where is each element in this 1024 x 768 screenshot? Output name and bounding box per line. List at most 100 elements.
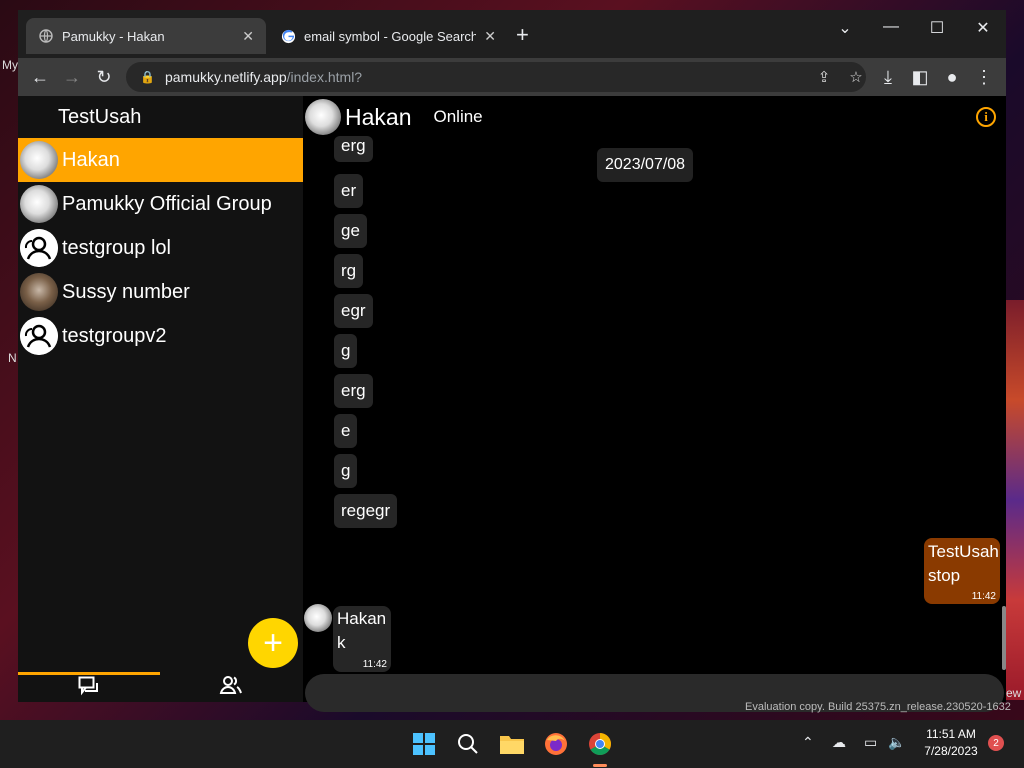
- onedrive-icon[interactable]: ☁: [832, 734, 846, 751]
- chat-item-label: testgroupv2: [62, 324, 167, 347]
- group-icon: [20, 229, 58, 267]
- chat-item-hakan[interactable]: Hakan: [18, 138, 303, 182]
- bookmark-star-icon[interactable]: ☆: [846, 68, 866, 86]
- globe-icon: [38, 28, 54, 44]
- chat-item-testgroup-lol[interactable]: testgroup lol: [18, 226, 303, 270]
- chat-item-label: Hakan: [62, 148, 120, 171]
- clock-time: 11:51 AM: [926, 727, 976, 741]
- tab-google-search[interactable]: email symbol - Google Search ✕: [268, 18, 508, 54]
- chat-item-sussy-number[interactable]: Sussy number: [18, 270, 303, 314]
- message-bubble[interactable]: erg: [334, 136, 373, 162]
- current-user-header: TestUsah: [18, 96, 303, 138]
- side-panel-icon[interactable]: ◧: [908, 66, 932, 88]
- message-sender: TestUsah: [928, 542, 999, 561]
- new-chat-fab[interactable]: +: [248, 618, 298, 668]
- message-time: 11:42: [362, 659, 387, 670]
- profile-icon[interactable]: ●: [940, 66, 964, 88]
- chat-item-label: testgroup lol: [62, 236, 171, 259]
- desktop-icon-label: My: [2, 58, 18, 72]
- chats-icon: [78, 676, 100, 701]
- tab-bar: Pamukky - Hakan ✕ email symbol - Google …: [18, 10, 1006, 60]
- chat-item-pamukky-official-group[interactable]: Pamukky Official Group: [18, 182, 303, 226]
- people-icon: [219, 675, 243, 700]
- tab-chats[interactable]: [18, 672, 160, 702]
- message-time: 11:42: [971, 591, 996, 602]
- download-icon[interactable]: ⤓: [876, 66, 900, 88]
- firefox-icon[interactable]: [540, 728, 572, 760]
- chrome-icon[interactable]: [584, 728, 616, 760]
- active-app-indicator: [593, 764, 607, 767]
- message-bubble[interactable]: e: [334, 414, 358, 448]
- group-icon: [20, 317, 58, 355]
- message-bubble[interactable]: er: [334, 174, 364, 208]
- address-bar[interactable]: 🔒 pamukky.netlify.app/index.html? ⇪ ☆: [126, 62, 866, 92]
- avatar: [20, 185, 58, 223]
- incoming-message[interactable]: Hakan k 11:42: [333, 606, 391, 672]
- url-path: /index.html?: [286, 69, 363, 85]
- info-icon[interactable]: i: [976, 107, 996, 127]
- kebab-menu-icon[interactable]: ⋮: [972, 66, 996, 88]
- tab-contacts[interactable]: [160, 672, 302, 702]
- tab-search-chevron-icon[interactable]: ⌄: [822, 18, 868, 38]
- browser-window: Pamukky - Hakan ✕ email symbol - Google …: [18, 10, 1006, 712]
- chat-panel: Hakan Online i erg 2023/07/08 er ge rg e…: [303, 96, 1006, 712]
- contact-name: Hakan: [345, 103, 412, 130]
- chat-item-label: Pamukky Official Group: [62, 192, 272, 215]
- close-tab-icon[interactable]: ✕: [484, 28, 496, 45]
- taskbar: ⌃ ☁ ▭ 🔈 11:51 AM 7/28/2023 2: [0, 720, 1024, 768]
- clock-date: 7/28/2023: [924, 744, 978, 758]
- volume-icon[interactable]: 🔈: [888, 734, 905, 751]
- avatar: [20, 141, 58, 179]
- new-tab-button[interactable]: +: [516, 24, 529, 46]
- message-bubble[interactable]: ge: [334, 214, 367, 248]
- avatar[interactable]: [305, 99, 341, 135]
- contact-status: Online: [433, 107, 483, 126]
- message-text: k: [337, 633, 346, 652]
- chat-header: Hakan Online i: [303, 96, 1006, 138]
- windows-start-icon[interactable]: [408, 728, 440, 760]
- outgoing-message[interactable]: TestUsah stop 11:42: [924, 538, 1000, 604]
- share-icon[interactable]: ⇪: [814, 68, 834, 86]
- tab-title: Pamukky - Hakan: [62, 28, 165, 44]
- sidebar-tabs: [18, 672, 303, 702]
- chat-scrollbar[interactable]: [1002, 606, 1006, 670]
- wallpaper-art: [1006, 300, 1024, 700]
- system-clock[interactable]: 11:51 AM 7/28/2023: [916, 726, 986, 760]
- message-bubble[interactable]: rg: [334, 254, 364, 288]
- message-bubble[interactable]: egr: [334, 294, 373, 328]
- message-bubble[interactable]: g: [334, 334, 358, 368]
- desktop-icon-label: ew: [1006, 686, 1022, 700]
- message-bubble[interactable]: erg: [334, 374, 373, 408]
- evaluation-watermark: Evaluation copy. Build 25375.zn_release.…: [745, 701, 1011, 713]
- minimize-button[interactable]: —: [868, 18, 914, 36]
- notification-badge[interactable]: 2: [988, 735, 1004, 751]
- desktop-icon-label: N: [8, 351, 17, 365]
- file-explorer-icon[interactable]: [496, 728, 528, 760]
- message-bubble[interactable]: regegr: [334, 494, 398, 528]
- tab-pamukky[interactable]: Pamukky - Hakan ✕: [26, 18, 266, 54]
- tab-title: email symbol - Google Search: [304, 28, 477, 44]
- avatar: [20, 273, 58, 311]
- chat-item-label: Sussy number: [62, 280, 190, 303]
- back-arrow-icon[interactable]: ←: [28, 66, 52, 88]
- avatar: [304, 604, 332, 632]
- browser-toolbar: ← → ↻ 🔒 pamukky.netlify.app/index.html? …: [18, 58, 1006, 96]
- google-icon: [280, 28, 296, 44]
- url-domain: pamukky.netlify.app: [164, 69, 287, 85]
- close-tab-icon[interactable]: ✕: [242, 28, 254, 45]
- close-window-button[interactable]: ✕: [960, 18, 1006, 38]
- chevron-up-icon[interactable]: ⌃: [802, 734, 814, 751]
- chat-item-testgroupv2[interactable]: testgroupv2: [18, 314, 303, 358]
- message-text: stop: [928, 566, 961, 585]
- forward-arrow-icon[interactable]: →: [60, 66, 84, 88]
- message-sender: Hakan: [337, 609, 387, 628]
- network-icon[interactable]: ▭: [864, 734, 877, 751]
- date-separator: 2023/07/08: [597, 148, 694, 182]
- pamukky-app: TestUsah Hakan Pamukky Official Group te…: [18, 96, 1006, 712]
- search-icon[interactable]: [452, 728, 484, 760]
- reload-icon[interactable]: ↻: [92, 66, 116, 88]
- current-user-name: TestUsah: [58, 105, 142, 128]
- chat-sidebar: TestUsah Hakan Pamukky Official Group te…: [18, 96, 303, 702]
- message-bubble[interactable]: g: [334, 454, 358, 488]
- maximize-button[interactable]: ☐: [914, 18, 960, 38]
